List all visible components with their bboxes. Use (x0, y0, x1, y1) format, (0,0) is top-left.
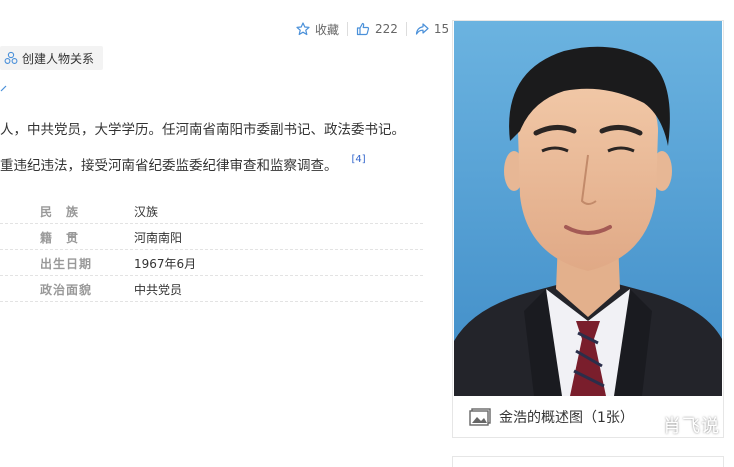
info-value: 1967年6月 (134, 257, 197, 271)
next-card-edge (452, 456, 724, 467)
info-key: 籍 贯 (40, 231, 80, 245)
summary-paragraph: 重违纪违法，接受河南省纪委监委纪律审查和监察调查。 [4] (0, 154, 366, 175)
create-relation-button[interactable]: 创建人物关系 (0, 46, 104, 70)
info-row: 民 族 汉族 (0, 197, 423, 224)
share-button[interactable]: 15 (407, 22, 457, 36)
watermark: 肖飞说 (663, 416, 720, 437)
like-button[interactable]: 222 (348, 22, 406, 36)
star-icon (296, 22, 310, 36)
info-value: 汉族 (134, 205, 159, 219)
info-row: 籍 贯 河南南阳 (0, 223, 423, 250)
reference-link[interactable]: [4] (352, 154, 366, 165)
info-row: 出生日期 1967年6月 (0, 249, 423, 276)
info-key: 出生日期 (40, 257, 93, 271)
info-row: 政治面貌 中共党员 (0, 275, 423, 302)
collect-label: 收藏 (315, 22, 340, 37)
info-value: 河南南阳 (134, 231, 183, 245)
like-count: 222 (375, 22, 398, 36)
thumbs-up-icon (356, 22, 370, 36)
share-icon (415, 23, 429, 35)
summary-paragraph: 人，中共党员，大学学历。任河南省南阳市委副书记、政法委书记。 (0, 122, 405, 138)
collect-button[interactable]: 收藏 (288, 21, 347, 38)
share-count: 15 (433, 22, 450, 36)
create-relation-label: 创建人物关系 (22, 51, 95, 66)
expand-caret-icon[interactable] (0, 85, 8, 93)
portrait-illustration (454, 21, 722, 396)
relation-icon (4, 51, 18, 64)
info-value: 中共党员 (134, 283, 183, 297)
summary-image-card[interactable]: 金浩的概述图（1张） (452, 20, 724, 438)
summary-text: 重违纪违法，接受河南省纪委监委纪律审查和监察调查。 (0, 158, 338, 174)
caption-text: 金浩的概述图（1张） (499, 410, 634, 426)
image-gallery-icon (469, 408, 491, 426)
info-key: 政治面貌 (40, 283, 93, 297)
portrait-photo[interactable] (454, 21, 722, 396)
info-key: 民 族 (40, 205, 80, 219)
entry-toolbar: 收藏 222 15 (288, 18, 457, 40)
